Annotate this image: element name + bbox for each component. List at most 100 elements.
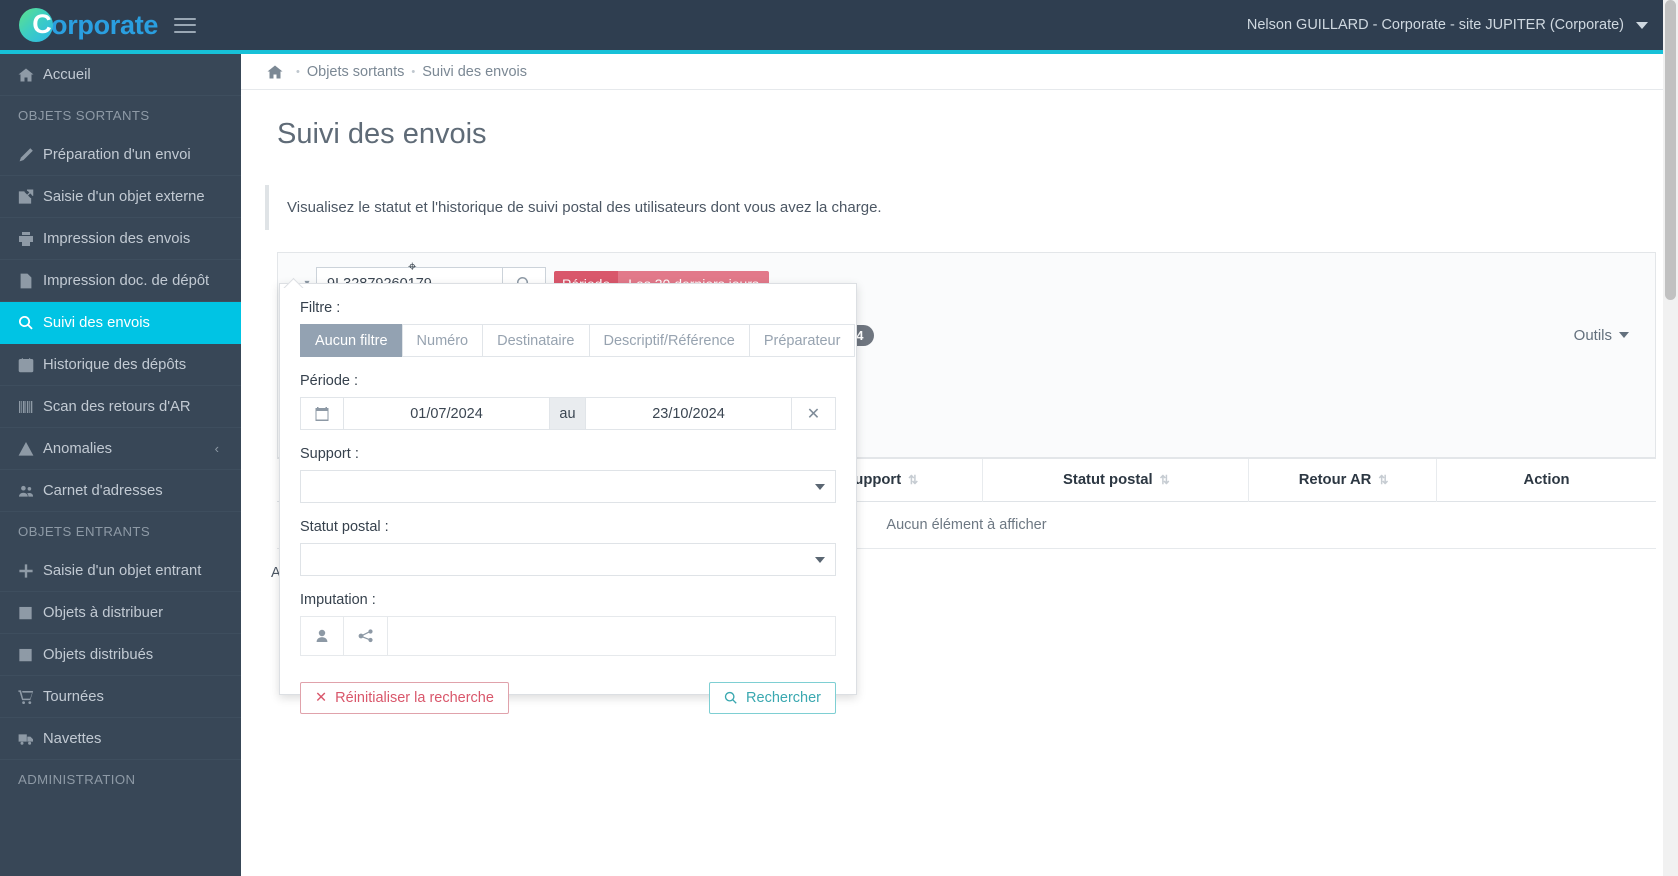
statut-postal-select[interactable]: [300, 543, 836, 576]
breadcrumb-separator: •: [411, 65, 416, 78]
filter-tab-descriptif-r-f-rence[interactable]: Descriptif/Référence: [588, 324, 749, 357]
sidebar-navigation: Accueil OBJETS SORTANTS Préparation d'un e…: [0, 54, 241, 876]
table-header-statut-postal[interactable]: Statut postal ⇅: [982, 459, 1250, 502]
filter-tabs: Aucun filtre Numéro Destinataire Descriptif…: [300, 324, 856, 357]
hamburger-icon[interactable]: [174, 17, 197, 33]
support-label: Support :: [300, 446, 359, 462]
brand-logo[interactable]: C orporate: [0, 0, 241, 50]
sidebar-item-suivi-des-envois[interactable]: Suivi des envois: [0, 302, 241, 344]
support-select[interactable]: [300, 470, 836, 503]
warning-icon: [18, 441, 43, 457]
sidebar-section-administration: ADMINISTRATION: [18, 771, 136, 787]
sort-arrows-icon: ⇅: [1378, 473, 1388, 487]
sidebar-item-label: Accueil: [43, 66, 91, 83]
plus-icon: [18, 563, 43, 579]
hamburger-bar: [174, 30, 197, 33]
table-header-label: Retour AR: [1298, 472, 1372, 488]
sidebar-item-impression-doc-de-d-p-t[interactable]: Impression doc. de dépôt: [0, 260, 241, 302]
date-to-input[interactable]: 23/10/2024: [586, 397, 792, 430]
calendar-icon[interactable]: [300, 397, 344, 430]
home-icon[interactable]: [267, 64, 283, 80]
sidebar-section-objets-sortants: OBJETS SORTANTS: [18, 107, 150, 123]
table-header-action: Action: [1437, 459, 1656, 502]
filter-tab-pr-parateur[interactable]: Préparateur: [748, 324, 856, 357]
table-header-retour-ar[interactable]: Retour AR ⇅: [1248, 459, 1438, 502]
printer-icon: [18, 231, 43, 247]
sidebar-item-saisie-dun-objet-entrant[interactable]: Saisie d'un objet entrant: [0, 550, 241, 592]
info-banner: Visualisez le statut et l'historique de …: [265, 185, 1678, 230]
periode-label: Période :: [300, 373, 359, 389]
sidebar-item-anomalies[interactable]: Anomalies ‹: [0, 428, 241, 470]
document-icon: [18, 273, 43, 289]
logo-circle-icon: C: [19, 8, 53, 42]
square-icon: [18, 605, 43, 621]
outils-dropdown[interactable]: Outils: [1574, 327, 1629, 344]
sort-arrows-icon: ⇅: [908, 473, 918, 487]
logo-letter-c: C: [32, 8, 52, 39]
sidebar-item-navettes[interactable]: Navettes: [0, 718, 241, 760]
calendar-icon: [18, 357, 43, 373]
reset-search-label: Réinitialiser la recherche: [335, 690, 494, 706]
imputation-label: Imputation :: [300, 592, 376, 608]
chevron-left-icon: ‹: [214, 441, 219, 456]
breadcrumb-item-objets-sortants[interactable]: Objets sortants: [307, 64, 405, 80]
logo-wrap: C orporate: [19, 8, 158, 42]
filter-tab-aucun-filtre[interactable]: Aucun filtre: [300, 324, 402, 357]
filter-popup-panel: Filtre : Aucun filtre Numéro Destinataire D…: [279, 283, 857, 714]
sidebar-item-label: Carnet d'adresses: [43, 482, 163, 499]
sort-arrows-icon: ⇅: [1159, 473, 1170, 487]
chevron-down-icon: [1619, 332, 1629, 338]
search-icon: [18, 315, 43, 331]
chevron-down-icon: [815, 556, 825, 563]
sidebar-item-label: Objets à distribuer: [43, 604, 164, 621]
sidebar-item-label: Impression doc. de dépôt: [43, 272, 210, 289]
statut-postal-label: Statut postal :: [300, 519, 389, 535]
chevron-down-icon: [815, 483, 825, 490]
filter-tab-destinataire[interactable]: Destinataire: [482, 324, 589, 357]
reset-search-button[interactable]: ✕ Réinitialiser la recherche: [300, 682, 509, 714]
sidebar-item-scan-des-retours-dar[interactable]: Scan des retours d'AR: [0, 386, 241, 428]
sidebar-item-pr-paration-dun-envoi[interactable]: Préparation d'un envoi: [0, 134, 241, 176]
filter-popup-caret-icon: [283, 276, 305, 288]
breadcrumb-item-suivi-des-envois[interactable]: Suivi des envois: [422, 64, 527, 80]
breadcrumb: • Objets sortants • Suivi des envois: [241, 54, 1678, 90]
sidebar-item-objets-distribuer[interactable]: Objets à distribuer: [0, 592, 241, 634]
sidebar-item-saisie-dun-objet-externe[interactable]: Saisie d'un objet externe: [0, 176, 241, 218]
user-menu[interactable]: Nelson GUILLARD - Corporate - site JUPIT…: [1247, 17, 1678, 33]
filtre-label: Filtre :: [300, 300, 341, 316]
hamburger-bar: [174, 17, 197, 20]
page-title: Suivi des envois: [277, 118, 487, 150]
sidebar-item-impression-des-envois[interactable]: Impression des envois: [0, 218, 241, 260]
date-from-input[interactable]: 01/07/2024: [344, 397, 550, 430]
sidebar-item-label: Objets distribués: [43, 646, 154, 663]
sidebar-section-objets-entrants: OBJETS ENTRANTS: [18, 523, 151, 539]
sidebar-item-label: Préparation d'un envoi: [43, 146, 191, 163]
sidebar-item-label: Impression des envois: [43, 230, 191, 247]
user-name-label: Nelson GUILLARD - Corporate - site JUPIT…: [1246, 17, 1624, 33]
filter-tab-num-ro[interactable]: Numéro: [401, 324, 483, 357]
contacts-icon: [18, 483, 43, 499]
sidebar-item-accueil[interactable]: Accueil: [0, 54, 241, 96]
filter-actions: ✕ Réinitialiser la recherche Rechercher: [300, 682, 836, 714]
user-icon[interactable]: [300, 616, 344, 656]
logo-text: orporate: [51, 9, 159, 40]
outils-label: Outils: [1573, 326, 1612, 344]
sidebar-item-label: Saisie d'un objet entrant: [43, 562, 202, 579]
sidebar-item-tourn-es[interactable]: Tournées: [0, 676, 241, 718]
hamburger-bar: [174, 24, 197, 26]
search-button[interactable]: Rechercher: [709, 682, 836, 714]
sidebar-item-carnet-dadresses[interactable]: Carnet d'adresses: [0, 470, 241, 512]
sitemap-icon[interactable]: [344, 616, 388, 656]
sidebar-item-label: Scan des retours d'AR: [43, 398, 191, 415]
imputation-input[interactable]: [388, 616, 836, 656]
sidebar-item-label: Anomalies: [43, 440, 113, 457]
cart-icon: [18, 689, 43, 705]
date-clear-button[interactable]: ✕: [792, 397, 836, 430]
sidebar-item-historique-des-d-p-ts[interactable]: Historique des dépôts: [0, 344, 241, 386]
sidebar-item-objets-distribu-s[interactable]: Objets distribués: [0, 634, 241, 676]
scrollbar-thumb[interactable]: [1665, 0, 1676, 300]
page-scrollbar[interactable]: [1663, 0, 1678, 876]
external-link-icon: [18, 189, 43, 205]
barcode-icon: [18, 399, 43, 415]
date-au-label: au: [550, 397, 586, 430]
